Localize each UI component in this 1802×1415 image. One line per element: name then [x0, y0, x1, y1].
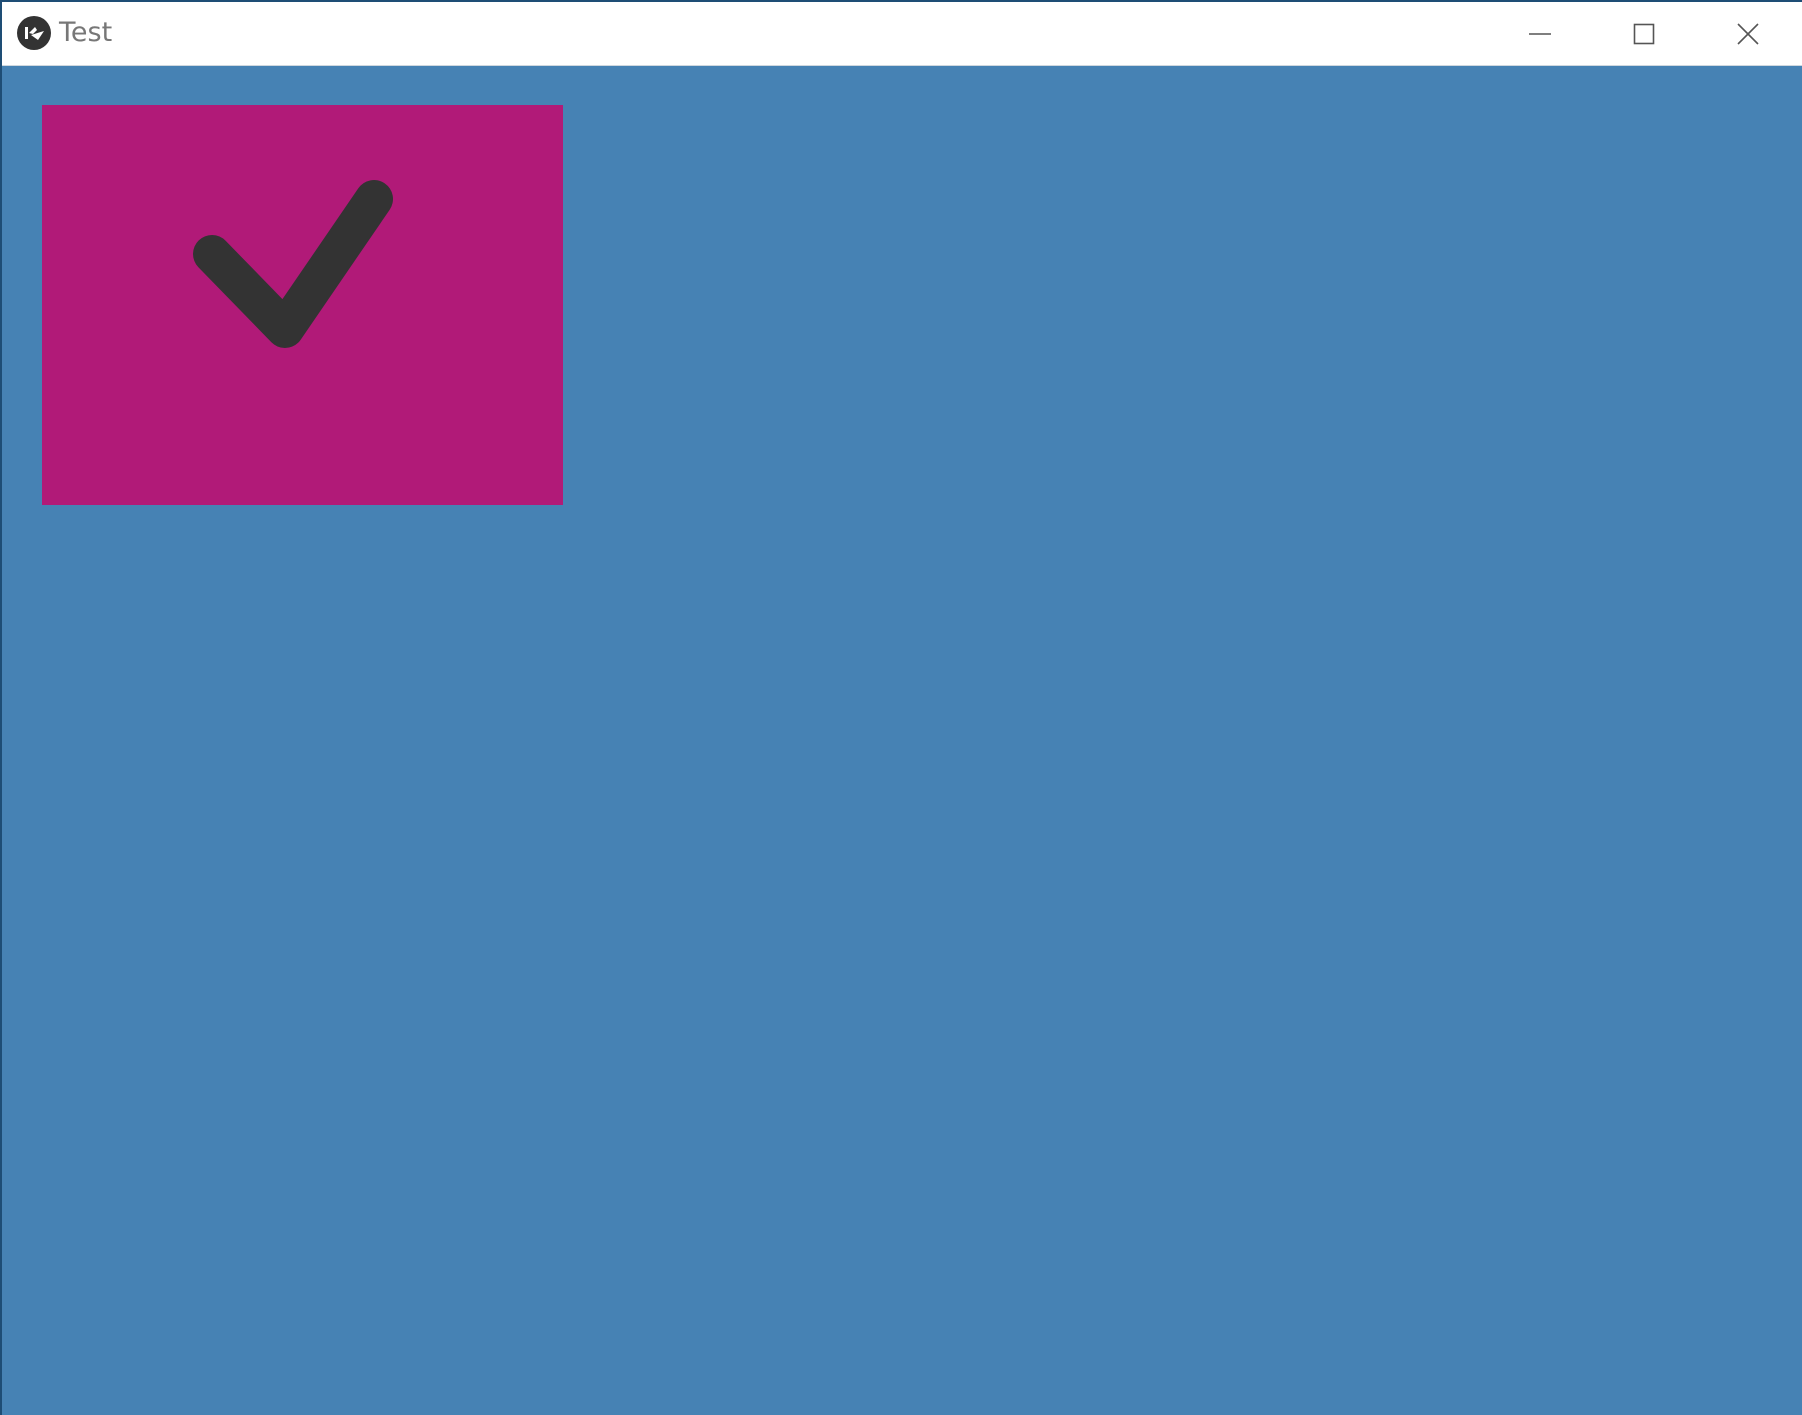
maximize-icon	[1633, 23, 1655, 45]
close-button[interactable]	[1696, 2, 1800, 65]
checkbox-tile[interactable]	[42, 105, 563, 505]
app-window: Test	[2, 2, 1802, 1415]
window-title: Test	[59, 17, 113, 48]
minimize-button[interactable]	[1488, 2, 1592, 65]
app-logo-icon	[17, 16, 51, 50]
minimize-icon	[1529, 23, 1551, 45]
title-bar[interactable]: Test	[2, 2, 1802, 66]
maximize-button[interactable]	[1592, 2, 1696, 65]
main-content	[2, 66, 1802, 1415]
close-icon	[1737, 22, 1759, 45]
